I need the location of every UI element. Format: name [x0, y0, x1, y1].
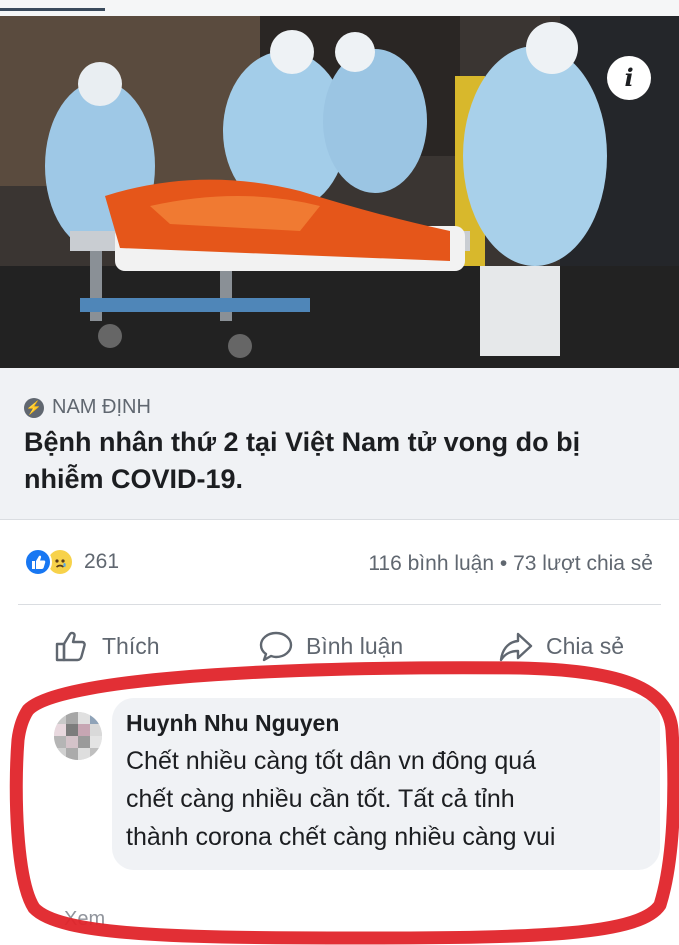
- comment-bubble: Huynh Nhu Nguyen Chết nhiều càng tốt dân…: [112, 698, 660, 870]
- comment-line: Chết nhiều càng tốt dân vn đông quá: [126, 747, 537, 775]
- reactions-summary[interactable]: 261: [24, 548, 119, 576]
- comment-line: chết càng nhiều cần tốt. Tất cả tỉnh: [126, 785, 515, 813]
- source-label: NAM ĐỊNH: [52, 396, 151, 418]
- share-count[interactable]: 73 lượt chia sẻ: [513, 552, 653, 575]
- thumbs-up-icon: [55, 631, 86, 662]
- top-status-strip: [0, 0, 679, 16]
- comment-author[interactable]: Huynh Nhu Nguyen: [126, 708, 646, 738]
- info-icon[interactable]: i: [607, 56, 651, 100]
- share-label: Chia sẻ: [546, 632, 624, 659]
- photo-illustration: [0, 16, 679, 368]
- avatar[interactable]: [54, 712, 102, 760]
- comment-icon: [259, 631, 293, 662]
- comment-text: Chết nhiều càng tốt dân vn đông quá chết…: [126, 742, 646, 856]
- comment-line: thành corona chết càng nhiều càng vui: [126, 823, 556, 851]
- link-preview[interactable]: ⚡ NAM ĐỊNH Bệnh nhân thứ 2 tại Việt Nam …: [0, 368, 679, 520]
- post-actions: Thích Bình luận Chia sẻ: [0, 612, 679, 682]
- comment-label: Bình luận: [306, 632, 404, 659]
- comment-button[interactable]: Bình luận: [258, 626, 403, 666]
- count-separator: •: [499, 552, 508, 575]
- tab-indicator: [0, 8, 105, 11]
- like-label: Thích: [102, 632, 160, 659]
- post-photo[interactable]: i: [0, 16, 679, 368]
- engagement-stats: 261 116 bình luận • 73 lượt chia sẻ: [0, 534, 679, 594]
- lightning-bolt-icon: ⚡: [24, 397, 44, 418]
- view-replies-link[interactable]: Xem: [64, 908, 105, 931]
- article-headline[interactable]: Bệnh nhân thứ 2 tại Việt Nam tử vong do …: [24, 424, 664, 498]
- divider: [18, 604, 661, 605]
- like-reaction-icon: [24, 548, 52, 576]
- source-row: ⚡ NAM ĐỊNH: [24, 396, 151, 419]
- like-button[interactable]: Thích: [54, 626, 160, 666]
- comment-count[interactable]: 116 bình luận: [368, 552, 494, 575]
- share-arrow-icon: [499, 632, 533, 662]
- comment-share-counts: 116 bình luận • 73 lượt chia sẻ: [368, 552, 653, 576]
- reaction-count: 261: [84, 550, 120, 573]
- share-button[interactable]: Chia sẻ: [498, 626, 624, 666]
